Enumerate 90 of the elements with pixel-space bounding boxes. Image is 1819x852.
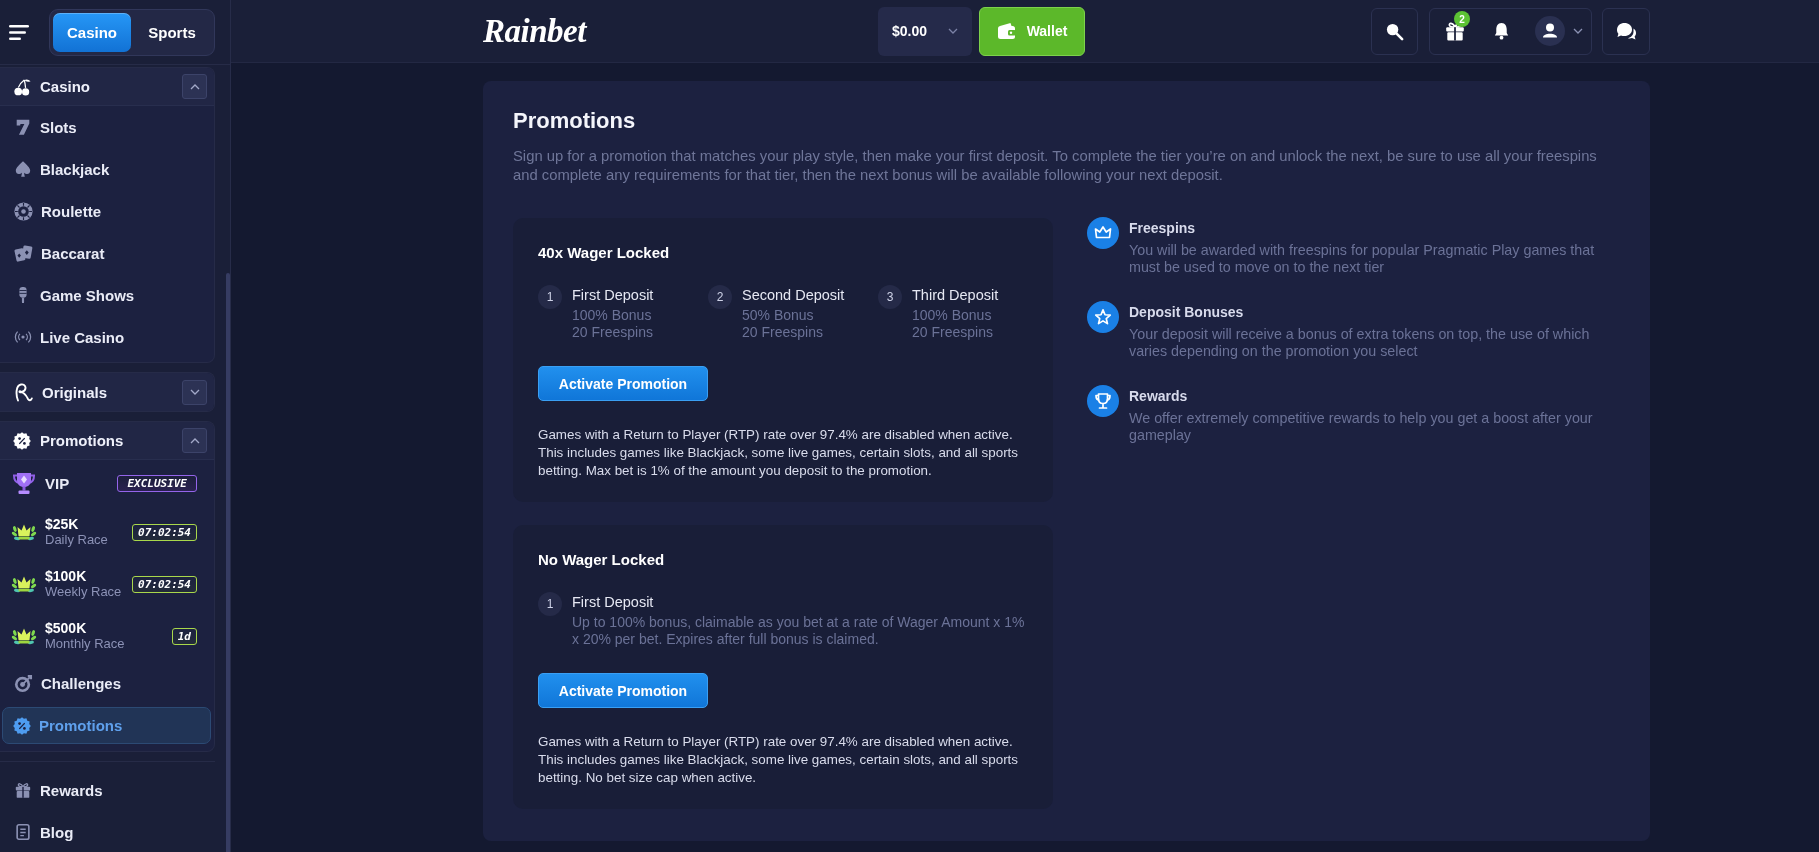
caret-icon[interactable] (1573, 28, 1583, 34)
page-description: Sign up for a promotion that matches your play style, then make your first deposit. To complete the tier you’re on and unlock the next, be sure to use all your freespins and complete any requirements for that tier, then the next bonus will be available following your next deposit. (513, 147, 1598, 185)
race-prize: $500K (45, 620, 88, 636)
sidebar-item[interactable]: Slots (0, 106, 214, 148)
sidebar-item[interactable]: Blackjack (0, 148, 214, 190)
step-number: 3 (878, 285, 902, 309)
trophy-icon (1087, 385, 1119, 417)
caret-icon (948, 28, 958, 34)
notification-badge: 2 (1454, 11, 1470, 27)
timer-badge: 07:02:54 (132, 523, 197, 541)
feature-title: Deposit Bonuses (1129, 303, 1245, 322)
chat-button[interactable] (1602, 7, 1650, 55)
offer-title: 40x Wager Locked (538, 243, 671, 263)
activate-promotion-button[interactable]: Activate Promotion (538, 366, 708, 401)
feature-title: Freespins (1129, 219, 1197, 238)
section-header[interactable]: Originals (0, 373, 214, 411)
race-prize: $100K (45, 568, 88, 584)
avatar-icon[interactable] (1535, 16, 1565, 46)
swirl-icon (13, 382, 33, 402)
sidebar-item[interactable]: Live Casino (0, 316, 214, 358)
notice-text: Games with a Return to Player (RTP) rate over 97.4% are disabled when active. This includes games like Blackjack, some live games, certain slots, and all sports betting. No bet size cap when active. (538, 733, 1020, 787)
playing-cards-icon (14, 243, 33, 263)
timer-badge: 07:02:54 (132, 575, 197, 593)
caret-icon (189, 389, 200, 395)
mode-tab[interactable]: Sports (133, 12, 211, 52)
section-header[interactable]: Promotions (0, 422, 214, 460)
roulette-wheel-icon (14, 201, 33, 221)
offer-title: No Wager Locked (538, 550, 666, 570)
step-title: First Deposit (572, 286, 654, 304)
bell-icon[interactable] (1492, 21, 1511, 41)
percent-badge-icon (13, 431, 31, 450)
section-header[interactable]: Casino (0, 68, 214, 106)
balance-dropdown[interactable]: $0.00 (878, 6, 972, 56)
target-icon (14, 673, 33, 693)
sidebar-item[interactable]: Blog (0, 811, 215, 852)
race-name: Daily Race (45, 532, 108, 548)
step-detail: 100% Bonus (572, 307, 653, 324)
spade-icon (14, 160, 32, 178)
caret-icon (189, 437, 200, 444)
sidebar-item[interactable]: Promotions (2, 707, 211, 744)
feature-description: Your deposit will receive a bonus of extra tokens on top, the use of which varies depending on the promotion you select (1129, 326, 1591, 359)
sidebar-item[interactable]: Game Shows (0, 274, 214, 316)
step-title: Second Deposit (742, 286, 845, 304)
chat-icon (1615, 21, 1637, 41)
race-prize: $25K (45, 516, 80, 532)
exclusive-badge: EXCLUSIVE (117, 474, 197, 492)
logo[interactable]: Rainbet (483, 13, 586, 49)
document-icon (14, 823, 32, 841)
scrollbar-thumb[interactable] (226, 273, 230, 852)
step-detail: 20 Freespins (742, 324, 824, 341)
step-title: Third Deposit (912, 286, 999, 304)
trophy-icon (11, 471, 37, 495)
race-name: Monthly Race (45, 636, 125, 652)
wallet-icon (996, 22, 1017, 40)
collapse-button[interactable] (182, 379, 207, 405)
feature-title: Rewards (1129, 387, 1189, 406)
step-detail: 20 Freespins (912, 324, 994, 341)
page-title: Promotions (513, 107, 637, 135)
sidebar-item[interactable]: Roulette (0, 190, 214, 232)
cherries-icon (13, 77, 31, 96)
search-button[interactable] (1371, 7, 1418, 55)
step-number: 1 (538, 285, 562, 309)
seven-icon (14, 118, 32, 136)
gift-icon (14, 781, 32, 799)
step-number: 2 (708, 285, 732, 309)
race-item[interactable]: $25K Daily Race 07:02:54 (0, 506, 214, 558)
menu-icon[interactable] (9, 24, 29, 40)
percent-badge-icon (13, 716, 31, 735)
race-item[interactable]: $500K Monthly Race 1d (0, 610, 214, 662)
step-detail: 20 Freespins (572, 324, 654, 341)
sidebar-item[interactable]: Baccarat (0, 232, 214, 274)
step-detail: Up to 100% bonus, claimable as you bet at a rate of Wager Amount x 1% x 20% per bet. Expires after full bonus is claimed. (572, 614, 1026, 648)
race-item[interactable]: $100K Weekly Race 07:02:54 (0, 558, 214, 610)
sidebar-item[interactable]: Challenges (0, 662, 214, 704)
step-number: 1 (538, 592, 562, 616)
feature-description: We offer extremely competitive rewards to help you get a boost after your gameplay (1129, 410, 1594, 443)
step-detail: 100% Bonus (912, 307, 993, 324)
step-title: First Deposit (572, 593, 655, 611)
caret-icon (189, 83, 200, 90)
sidebar-item[interactable]: Rewards (0, 769, 215, 811)
vip-item[interactable]: VIP EXCLUSIVE (0, 460, 214, 506)
race-name: Weekly Race (45, 584, 122, 600)
feature-description: You will be awarded with freespins for popular Pragmatic Play games that must be used to move on to the next tier (1129, 242, 1596, 275)
mode-tab[interactable]: Casino (53, 12, 131, 52)
crown-icon (1087, 217, 1119, 249)
timer-badge: 1d (171, 627, 197, 645)
step-detail: 50% Bonus (742, 307, 815, 324)
activate-promotion-button[interactable]: Activate Promotion (538, 673, 708, 708)
notice-text: Games with a Return to Player (RTP) rate over 97.4% are disabled when active. This includes games like Blackjack, some live games, certain slots, and all sports betting. Max bet is 1% of the amount you deposit to the promotion. (538, 426, 1020, 480)
search-icon (1385, 21, 1404, 41)
